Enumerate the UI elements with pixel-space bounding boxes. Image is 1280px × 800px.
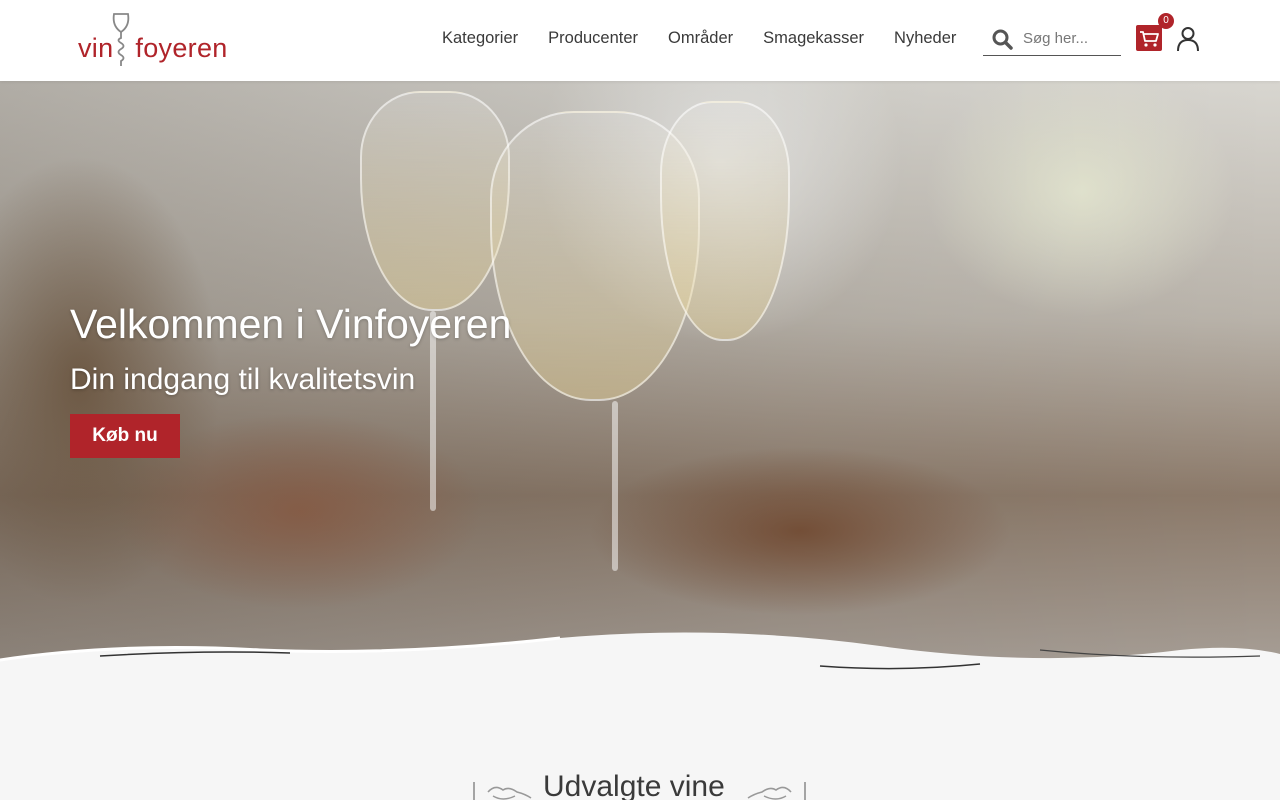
section-title: Udvalgte vine <box>543 770 725 800</box>
logo-text-foyeren: foyeren <box>135 33 228 63</box>
main-nav: Kategorier Producenter Områder Smagekass… <box>442 29 956 48</box>
nav-item-omrader[interactable]: Områder <box>668 29 733 48</box>
search-box <box>983 24 1121 56</box>
site-header: vin foyeren Kategorier Producenter Område… <box>0 0 1280 81</box>
hero-wave-divider <box>0 632 1280 680</box>
buy-now-button[interactable]: Køb nu <box>70 414 180 458</box>
site-logo[interactable]: vin foyeren <box>78 12 234 70</box>
grape-leaf-icon <box>473 782 532 800</box>
nav-item-kategorier[interactable]: Kategorier <box>442 29 518 48</box>
hero-banner: Velkommen i Vinfoyeren Din indgang til k… <box>0 81 1280 673</box>
grape-leaf-icon <box>747 782 806 800</box>
logo-text: vin foyeren <box>78 33 228 64</box>
hero-subtitle: Din indgang til kvalitetsvin <box>70 363 416 396</box>
user-icon[interactable] <box>1176 26 1200 52</box>
cart-count-badge: 0 <box>1158 13 1174 29</box>
search-icon[interactable] <box>992 29 1013 50</box>
cart-icon[interactable] <box>1135 24 1163 52</box>
glass-stem-image <box>612 401 618 571</box>
hero-title: Velkommen i Vinfoyeren <box>70 301 512 347</box>
search-input[interactable] <box>1023 30 1117 47</box>
nav-item-smagekasser[interactable]: Smagekasser <box>763 29 864 48</box>
logo-text-vin: vin <box>78 33 114 63</box>
nav-item-nyheder[interactable]: Nyheder <box>894 29 956 48</box>
nav-item-producenter[interactable]: Producenter <box>548 29 638 48</box>
